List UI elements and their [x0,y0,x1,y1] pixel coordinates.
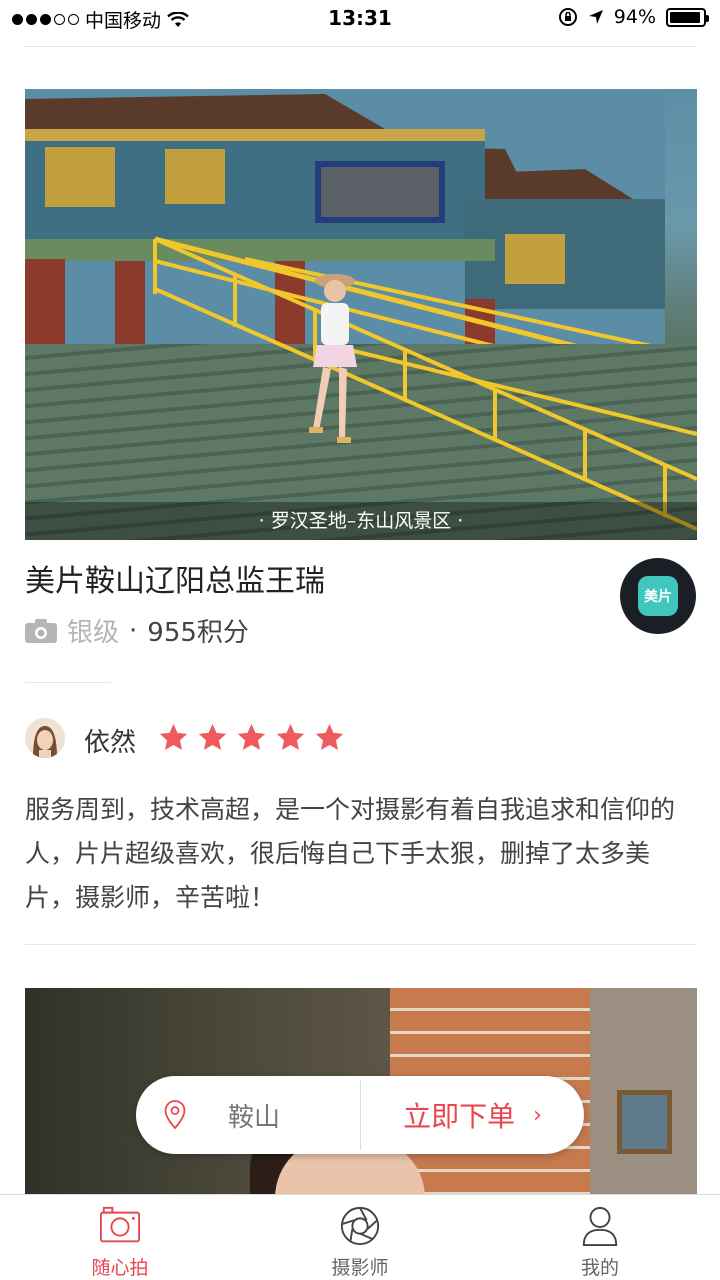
top-divider [24,46,696,47]
review-text: 服务周到，技术高超，是一个对摄影有着自我追求和信仰的人，片片超级喜欢，很后悔自己… [25,795,676,912]
photographer-name[interactable]: 美片鞍山辽阳总监王瑞 [25,556,325,600]
star-icon [159,723,188,750]
chevron-right-icon: › [533,1102,542,1128]
separator-dot: · [129,615,138,646]
tab-photographers[interactable]: 摄影师 [240,1195,480,1280]
card-divider [25,944,697,945]
model-figure [309,274,357,443]
status-indicators: 94% [558,6,709,28]
reviewer-name: 依然 [84,728,137,758]
brand-logo-mark: 美片 [638,576,678,616]
picture-frame [617,1090,672,1154]
order-now-button[interactable]: 立即下单 › [361,1076,584,1154]
studio-logo[interactable]: 美片 [620,558,696,634]
star-icon [315,723,344,750]
level-badge: 银级 [67,618,120,648]
work-photo[interactable]: · 罗汉圣地–东山风景区 · [25,89,697,540]
order-now-label: 立即下单 [403,1100,516,1133]
star-icon [237,723,266,750]
photographer-level-row: 银级 · 955积分 [25,612,249,649]
camera-level-icon [25,618,57,643]
tab-suixinpai[interactable]: 随心拍 [0,1195,240,1280]
tab-label: 随心拍 [91,1257,149,1279]
tab-label: 我的 [580,1257,619,1279]
avatar[interactable] [25,718,65,758]
star-icon [276,723,305,750]
photo-location-caption: · 罗汉圣地–东山风景区 · [25,502,697,540]
bottom-tab-bar: 随心拍 摄影师 我的 [0,1194,720,1280]
tab-label: 摄影师 [331,1257,389,1279]
rotation-lock-icon [558,8,577,26]
status-bar: 中国移动 13:31 94% [0,0,720,38]
order-bar: 鞍山 立即下单 › [136,1076,584,1154]
user-icon [582,1206,618,1247]
reviewer-avatar-image [25,718,65,758]
tab-mine[interactable]: 我的 [480,1195,720,1280]
star-icon [198,723,227,750]
aperture-icon [340,1206,380,1246]
location-pin-icon [164,1100,186,1130]
battery-icon [666,7,709,27]
camera-icon [99,1206,141,1243]
city-selector[interactable]: 鞍山 [136,1076,360,1154]
location-arrow-icon [588,10,603,24]
city-label: 鞍山 [228,1102,281,1133]
points-value: 955积分 [147,618,249,648]
section-divider [25,682,111,683]
rating-stars [158,722,345,753]
battery-percent: 94% [613,6,656,28]
